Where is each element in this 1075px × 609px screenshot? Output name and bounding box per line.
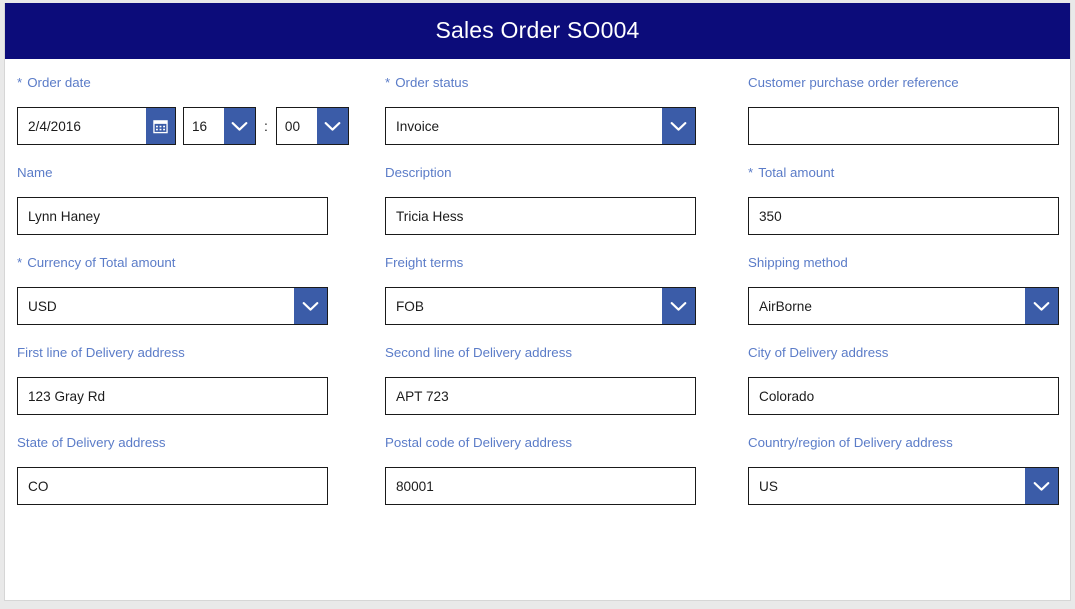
field-freight-terms: Freight terms FOB [375, 255, 733, 345]
label-address-line2: Second line of Delivery address [385, 345, 572, 360]
minute-dropdown-button[interactable] [316, 108, 348, 144]
field-address-city: City of Delivery address Colorado [733, 345, 1070, 435]
required-marker: * [17, 75, 23, 90]
chevron-down-icon [670, 121, 687, 131]
field-order-date: * Order date 2/4/2016 16: 00 [17, 75, 375, 165]
address-country-dropdown-button[interactable] [1025, 468, 1058, 504]
required-marker: * [748, 165, 754, 180]
page-title: Sales Order SO004 [435, 17, 640, 43]
order-time-minute-value[interactable]: 00 [277, 108, 317, 144]
chevron-down-icon [324, 121, 341, 131]
label-address-line1: First line of Delivery address [17, 345, 185, 360]
chevron-down-icon [1033, 481, 1050, 491]
calendar-picker-button[interactable] [146, 108, 175, 144]
required-marker: * [17, 255, 23, 270]
order-date-input[interactable]: 2/4/2016 [17, 107, 176, 145]
label-text: Currency of Total amount [27, 255, 176, 270]
address-postal-input[interactable]: 80001 [385, 467, 696, 505]
label-order-date: * Order date [17, 75, 363, 93]
currency-select[interactable]: USD [17, 287, 328, 325]
order-status-dropdown-button[interactable] [662, 108, 695, 144]
form-row-5: State of Delivery address CO Postal code… [17, 435, 1059, 525]
chevron-down-icon [302, 301, 319, 311]
address-country-select[interactable]: US [748, 467, 1059, 505]
shipping-method-dropdown-button[interactable] [1025, 288, 1058, 324]
field-address-country: Country/region of Delivery address US [733, 435, 1070, 525]
label-name: Name [17, 165, 53, 180]
label-description: Description [385, 165, 452, 180]
field-currency: * Currency of Total amount USD [17, 255, 375, 345]
label-text: Order date [27, 75, 91, 90]
order-status-select[interactable]: Invoice [385, 107, 696, 145]
sales-order-card: Sales Order SO004 * Order date 2/4/2016 [4, 3, 1071, 601]
description-input[interactable]: Tricia Hess [385, 197, 696, 235]
chevron-down-icon [1033, 301, 1050, 311]
label-address-country: Country/region of Delivery address [748, 435, 953, 450]
sales-order-form: * Order date 2/4/2016 16: 00 * Order st… [5, 59, 1070, 525]
address-line1-input[interactable]: 123 Gray Rd [17, 377, 328, 415]
name-input[interactable]: Lynn Haney [17, 197, 328, 235]
label-shipping-method: Shipping method [748, 255, 848, 270]
shipping-method-select[interactable]: AirBorne [748, 287, 1059, 325]
field-name: Name Lynn Haney [17, 165, 375, 255]
field-address-postal: Postal code of Delivery address 80001 [375, 435, 733, 525]
form-row-4: First line of Delivery address 123 Gray … [17, 345, 1059, 435]
order-date-controls: 2/4/2016 16: 00 [17, 107, 363, 145]
freight-terms-value[interactable]: FOB [386, 288, 662, 324]
page-background: Sales Order SO004 * Order date 2/4/2016 [0, 0, 1075, 609]
calendar-icon [153, 119, 168, 133]
chevron-down-icon [670, 301, 687, 311]
currency-dropdown-button[interactable] [294, 288, 327, 324]
field-order-status: * Order status Invoice [375, 75, 733, 165]
form-row-2: Name Lynn Haney Description Tricia Hess … [17, 165, 1059, 255]
label-address-state: State of Delivery address [17, 435, 166, 450]
currency-value[interactable]: USD [18, 288, 294, 324]
address-state-input[interactable]: CO [17, 467, 328, 505]
order-status-value[interactable]: Invoice [386, 108, 662, 144]
field-address-line2: Second line of Delivery address APT 723 [375, 345, 733, 435]
customer-po-reference-input[interactable] [748, 107, 1059, 145]
field-total-amount: * Total amount 350 [733, 165, 1070, 255]
order-time-hour-select[interactable]: 16 [183, 107, 256, 145]
label-address-postal: Postal code of Delivery address [385, 435, 572, 450]
label-order-status: * Order status [385, 75, 721, 93]
label-text: Total amount [758, 165, 835, 180]
order-date-value[interactable]: 2/4/2016 [18, 108, 146, 144]
shipping-method-value[interactable]: AirBorne [749, 288, 1025, 324]
label-text: Order status [395, 75, 469, 90]
field-address-line1: First line of Delivery address 123 Gray … [17, 345, 375, 435]
label-total-amount: * Total amount [748, 165, 1070, 183]
form-row-3: * Currency of Total amount USD Freight te… [17, 255, 1059, 345]
field-shipping-method: Shipping method AirBorne [733, 255, 1070, 345]
label-currency: * Currency of Total amount [17, 255, 363, 273]
freight-terms-dropdown-button[interactable] [662, 288, 695, 324]
field-address-state: State of Delivery address CO [17, 435, 375, 525]
required-marker: * [385, 75, 391, 90]
field-description: Description Tricia Hess [375, 165, 733, 255]
hour-dropdown-button[interactable] [224, 108, 255, 144]
title-bar: Sales Order SO004 [5, 3, 1070, 59]
order-time-minute-select[interactable]: 00 [275, 107, 349, 145]
address-line2-input[interactable]: APT 723 [385, 377, 696, 415]
label-customer-po-reference: Customer purchase order reference [748, 75, 959, 90]
address-city-input[interactable]: Colorado [748, 377, 1059, 415]
chevron-down-icon [231, 121, 248, 131]
address-country-value[interactable]: US [749, 468, 1025, 504]
freight-terms-select[interactable]: FOB [385, 287, 696, 325]
total-amount-input[interactable]: 350 [748, 197, 1059, 235]
time-separator: : [264, 118, 268, 134]
label-address-city: City of Delivery address [748, 345, 889, 360]
label-freight-terms: Freight terms [385, 255, 464, 270]
field-customer-po-reference: Customer purchase order reference [733, 75, 1070, 165]
order-time-hour-value[interactable]: 16 [184, 108, 224, 144]
form-row-1: * Order date 2/4/2016 16: 00 * Order st… [17, 75, 1059, 165]
